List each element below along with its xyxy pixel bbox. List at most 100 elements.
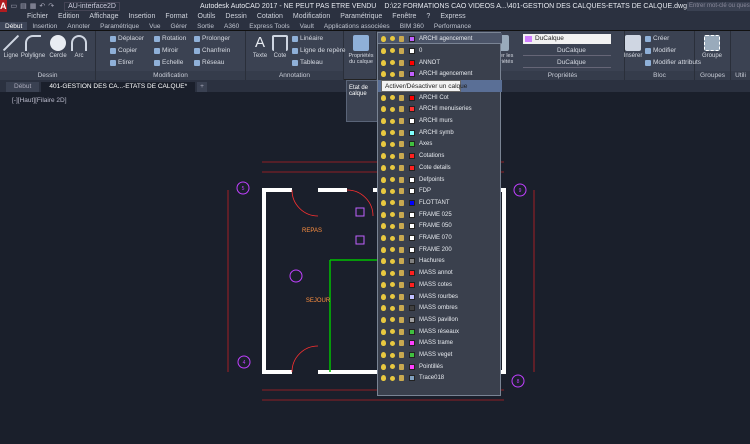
sun-icon[interactable] [390, 270, 395, 276]
lock-icon[interactable] [399, 293, 404, 300]
groupe-button[interactable]: Groupe [697, 35, 727, 59]
tab-current-drawing[interactable]: 401-GESTION DES CA...-ETATS DE CALQUE* [41, 82, 196, 92]
sun-icon[interactable] [390, 106, 395, 112]
sun-icon[interactable] [390, 165, 395, 171]
menu-item-10[interactable]: Fenêtre [387, 12, 421, 22]
lock-icon[interactable] [399, 328, 404, 335]
sun-icon[interactable] [390, 375, 395, 381]
sun-icon[interactable] [390, 48, 395, 54]
layer-state-popup[interactable]: Etat de calque [346, 80, 380, 122]
sun-icon[interactable] [390, 247, 395, 253]
ribbon-tab-4[interactable]: Vue [144, 22, 165, 30]
layer-row[interactable]: MASS trame [378, 338, 502, 350]
linetype-select[interactable]: DuCalque [523, 46, 611, 56]
bulb-icon[interactable] [381, 35, 386, 42]
layer-row[interactable]: Cote details [378, 162, 502, 174]
ribbon-tab-9[interactable]: Vault [295, 22, 319, 30]
layer-row[interactable]: FRAME 050 [378, 221, 502, 233]
bulb-icon[interactable] [381, 176, 386, 183]
sun-icon[interactable] [390, 258, 395, 264]
bulb-icon[interactable] [381, 164, 386, 171]
bulb-icon[interactable] [381, 211, 386, 218]
bulb-icon[interactable] [381, 235, 386, 242]
polyligne-button[interactable]: Polyligne [20, 35, 46, 59]
bulb-icon[interactable] [381, 305, 386, 312]
panel-title-bloc[interactable]: Bloc [625, 71, 694, 80]
layer-row[interactable]: Cotations [378, 150, 502, 162]
ribbon-tab-10[interactable]: Applications associées [319, 22, 395, 30]
layer-row[interactable]: ARCHI symb [378, 127, 502, 139]
sun-icon[interactable] [390, 153, 395, 159]
lock-icon[interactable] [399, 340, 404, 347]
lock-icon[interactable] [399, 153, 404, 160]
sun-icon[interactable] [390, 188, 395, 194]
lock-icon[interactable] [399, 141, 404, 148]
modifier-attributs-button[interactable]: Modifier attributs [645, 59, 701, 66]
layer-row[interactable]: ARCHI Cot [378, 92, 502, 104]
layer-row[interactable]: Trace018 [378, 373, 502, 385]
sun-icon[interactable] [390, 282, 395, 288]
menu-item-7[interactable]: Cotation [252, 12, 288, 22]
bulb-icon[interactable] [381, 129, 386, 136]
lock-icon[interactable] [399, 118, 404, 125]
sun-icon[interactable] [390, 71, 395, 77]
bulb-icon[interactable] [381, 258, 386, 265]
sun-icon[interactable] [390, 177, 395, 183]
cercle-button[interactable]: Cercle [48, 35, 68, 59]
sun-icon[interactable] [390, 36, 395, 42]
ribbon-tab-8[interactable]: Express Tools [244, 22, 294, 30]
ribbon-tab-1[interactable]: Insertion [27, 22, 62, 30]
ribbon-tab-3[interactable]: Paramétrique [95, 22, 144, 30]
lock-icon[interactable] [399, 199, 404, 206]
ribbon-tab-12[interactable]: Performance [429, 22, 476, 30]
search-input[interactable]: Entrer mot-clé ou question [687, 1, 750, 11]
texte-button[interactable]: A Texte [250, 35, 270, 60]
bulb-icon[interactable] [381, 118, 386, 125]
ligne-button[interactable]: Ligne [2, 35, 20, 59]
bulb-icon[interactable] [381, 141, 386, 148]
etirer-button[interactable]: Etirer [110, 59, 134, 66]
save-icon[interactable]: ▦ [30, 2, 37, 10]
current-layer-row[interactable]: ARCHI agencement [378, 33, 502, 45]
sun-icon[interactable] [390, 95, 395, 101]
sun-icon[interactable] [390, 294, 395, 300]
undo-icon[interactable]: ↶ [39, 2, 45, 10]
lock-icon[interactable] [399, 71, 404, 78]
lineaire-button[interactable]: Linéaire [292, 35, 323, 42]
sun-icon[interactable] [390, 329, 395, 335]
lock-icon[interactable] [399, 281, 404, 288]
layer-row[interactable]: ARCHI murs [378, 115, 502, 127]
new-tab-plus-icon[interactable]: + [197, 82, 207, 92]
layer-row[interactable]: FRAME 070 [378, 232, 502, 244]
lock-icon[interactable] [399, 316, 404, 323]
bulb-icon[interactable] [381, 316, 386, 323]
lock-icon[interactable] [399, 35, 404, 42]
bulb-icon[interactable] [381, 328, 386, 335]
lock-icon[interactable] [399, 363, 404, 370]
sun-icon[interactable] [390, 141, 395, 147]
layer-row[interactable]: FRAME 200 [378, 244, 502, 256]
sun-icon[interactable] [390, 317, 395, 323]
menu-item-11[interactable]: ? [421, 12, 435, 22]
color-select[interactable]: DuCalque [523, 34, 611, 44]
lock-icon[interactable] [399, 270, 404, 277]
bulb-icon[interactable] [381, 106, 386, 113]
menu-item-4[interactable]: Format [160, 12, 192, 22]
ribbon-tab-7[interactable]: A360 [219, 22, 244, 30]
lock-icon[interactable] [399, 375, 404, 382]
lock-icon[interactable] [399, 129, 404, 136]
bulb-icon[interactable] [381, 71, 386, 78]
bulb-icon[interactable] [381, 352, 386, 359]
layer-row[interactable]: Axes [378, 139, 502, 151]
ribbon-tab-11[interactable]: BIM 360 [395, 22, 429, 30]
layer-row[interactable]: FDP [378, 185, 502, 197]
menu-item-12[interactable]: Express [435, 12, 470, 22]
creer-button[interactable]: Créer [645, 35, 669, 42]
bulb-icon[interactable] [381, 94, 386, 101]
menu-item-5[interactable]: Outils [193, 12, 221, 22]
layer-row[interactable]: MASS réseaux [378, 326, 502, 338]
lock-icon[interactable] [399, 176, 404, 183]
bulb-icon[interactable] [381, 281, 386, 288]
bulb-icon[interactable] [381, 363, 386, 370]
echelle-button[interactable]: Echelle [154, 59, 183, 66]
